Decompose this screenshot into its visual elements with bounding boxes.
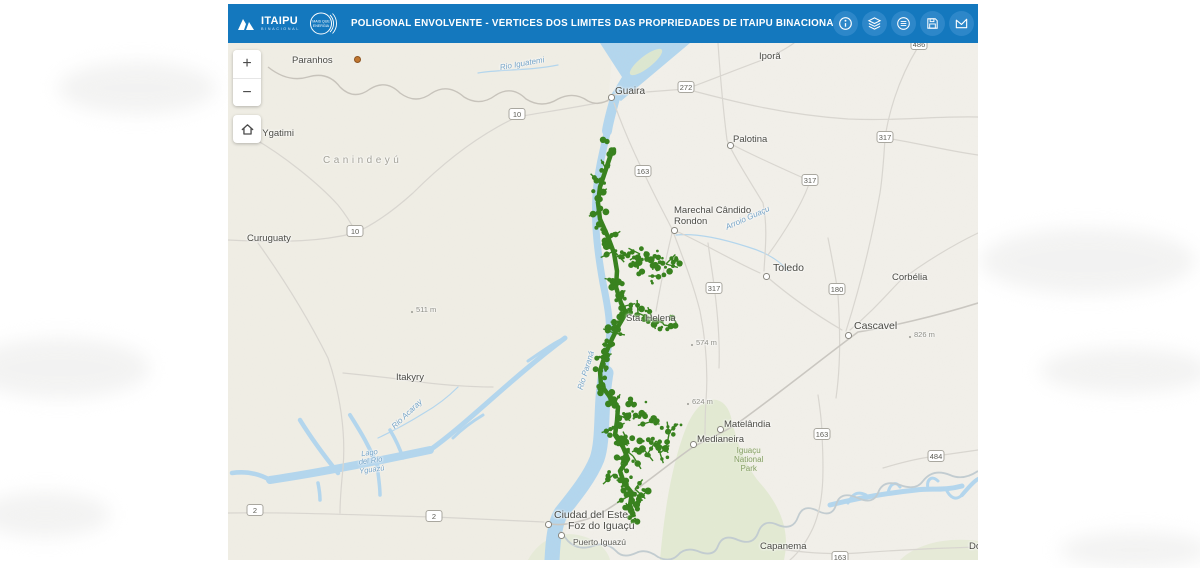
zoom-in-button[interactable]: + <box>233 50 261 78</box>
zoom-control: + − <box>233 50 261 106</box>
save-icon <box>925 16 940 31</box>
background-smudge <box>0 338 150 398</box>
itaipu-logo: ITAIPU BINACIONAL MAIS QUE ENERGIA <box>228 9 337 38</box>
home-icon <box>240 122 255 137</box>
svg-text:MAIS QUE: MAIS QUE <box>312 20 330 24</box>
energia-badge-art: MAIS QUE ENERGIA <box>308 9 337 38</box>
background-smudge <box>1060 532 1200 568</box>
background-smudge <box>1040 348 1200 393</box>
home-extent-button[interactable] <box>233 115 261 143</box>
background-smudge <box>980 228 1195 294</box>
info-button[interactable] <box>833 11 858 36</box>
itaipu-logo-mark <box>237 16 257 32</box>
svg-text:ENERGIA: ENERGIA <box>313 24 330 28</box>
draw-polygon-icon <box>954 16 969 31</box>
map-canvas[interactable]: ParanhosVilla YgatimiCuruguatyItakyryGua… <box>228 43 978 560</box>
logo-name: ITAIPU <box>261 16 300 27</box>
background-smudge <box>58 62 216 114</box>
page-title: POLIGONAL ENVOLVENTE - VÉRTICES DOS LIMI… <box>351 18 833 29</box>
legend-button[interactable] <box>891 11 916 36</box>
legend-icon <box>896 16 911 31</box>
app-header: ITAIPU BINACIONAL MAIS QUE ENERGIA POLIG… <box>228 4 978 43</box>
energia-badge: MAIS QUE ENERGIA <box>308 9 337 38</box>
save-button[interactable] <box>920 11 945 36</box>
layers-icon <box>867 16 882 31</box>
info-icon <box>838 16 853 31</box>
draw-polygon-button[interactable] <box>949 11 974 36</box>
zoom-out-button[interactable]: − <box>233 78 261 106</box>
background-smudge <box>0 492 110 537</box>
basemap-art <box>228 43 978 560</box>
terrain-texture <box>228 43 978 560</box>
layers-button[interactable] <box>862 11 887 36</box>
app-window: ITAIPU BINACIONAL MAIS QUE ENERGIA POLIG… <box>228 4 978 560</box>
logo-subname: BINACIONAL <box>261 28 300 32</box>
header-toolbar <box>833 11 978 36</box>
